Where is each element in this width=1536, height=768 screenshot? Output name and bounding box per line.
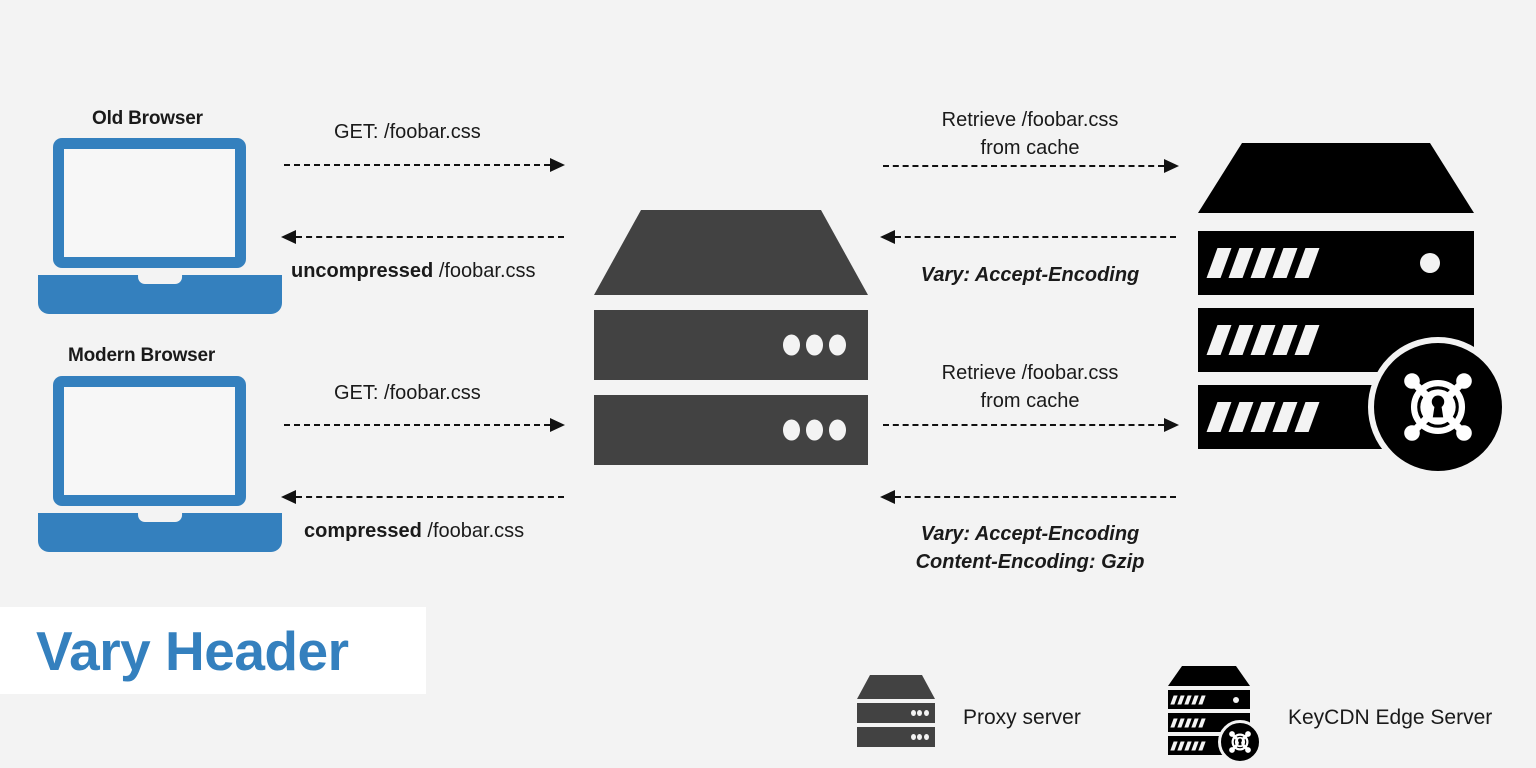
- legend-edge-vents: [1170, 695, 1206, 704]
- proxy-server-lights: [783, 334, 847, 356]
- edge-server-security-badge-icon: [1368, 337, 1508, 477]
- page-title: Vary Header: [36, 619, 349, 682]
- laptop-screen: [53, 138, 246, 269]
- old-response-label: uncompressed /foobar.css: [291, 258, 536, 286]
- label-line-1: Vary: Accept-Encoding: [920, 523, 1140, 545]
- arrowhead-left-icon: [880, 230, 895, 244]
- legend-label-proxy-server: Proxy server: [963, 706, 1081, 729]
- edge-server-rack-1: [1198, 231, 1474, 295]
- laptop-screen-inner: [64, 387, 235, 496]
- modern-browser-laptop-icon: [38, 376, 282, 552]
- arrowhead-right-icon: [1164, 418, 1179, 432]
- legend-edge-vents: [1170, 718, 1206, 727]
- proxy-server-icon: [594, 210, 868, 465]
- old-browser-label: Old Browser: [92, 108, 203, 129]
- legend-proxy-lights: [910, 710, 929, 716]
- edge-server-top-icon: [1198, 143, 1474, 213]
- arrowhead-right-icon: [550, 418, 565, 432]
- old-request-arrow: [284, 158, 565, 172]
- legend-proxy-rack-1: [857, 703, 935, 723]
- edge-to-proxy-top-label: Vary: Accept-Encoding: [920, 264, 1140, 286]
- modern-response-label-rest: /foobar.css: [421, 520, 525, 542]
- modern-browser-label: Modern Browser: [68, 345, 216, 366]
- modern-request-label: GET: /foobar.css: [334, 382, 481, 404]
- edge-to-proxy-bottom-arrow: [880, 490, 1176, 504]
- proxy-server-top-icon: [857, 675, 935, 699]
- legend-edge-security-badge-icon: [1218, 720, 1262, 764]
- network-lock-icon: [1229, 731, 1251, 753]
- title-banner: Vary Header: [0, 607, 426, 694]
- modern-response-label: compressed /foobar.css: [304, 518, 524, 546]
- laptop-notch: [138, 275, 182, 285]
- arrowhead-left-icon: [281, 230, 296, 244]
- legend-proxy-lights: [910, 734, 929, 740]
- legend-proxy-rack-2: [857, 727, 935, 747]
- label-line-2: Content-Encoding: Gzip: [915, 550, 1145, 573]
- edge-server-vents: [1206, 402, 1320, 432]
- arrowhead-right-icon: [1164, 159, 1179, 173]
- network-lock-icon: [1404, 373, 1472, 441]
- legend-keycdn-edge-server-icon: [1168, 666, 1262, 764]
- keycdn-edge-server-icon: [1198, 143, 1508, 483]
- legend-edge-rack-1: [1168, 690, 1250, 709]
- legend-edge-light: [1233, 696, 1239, 703]
- diagram-canvas: Old Browser GET: /foobar.css uncompresse…: [0, 0, 1536, 768]
- legend-label-keycdn-edge-server: KeyCDN Edge Server: [1288, 706, 1493, 729]
- modern-request-arrow: [284, 418, 565, 432]
- label-line-1: Retrieve /foobar.css: [941, 362, 1119, 384]
- edge-server-vents: [1206, 325, 1320, 355]
- proxy-server-rack-2: [594, 395, 868, 465]
- proxy-edge-top-request-label: Retrieve /foobar.css from cache: [880, 107, 1180, 162]
- old-response-label-bold: uncompressed: [291, 260, 434, 282]
- laptop-screen: [53, 376, 246, 507]
- edge-to-proxy-top-arrow: [880, 230, 1176, 244]
- laptop-screen-inner: [64, 149, 235, 258]
- edge-to-proxy-bottom-label: Vary: Accept-Encoding Content-Encoding: …: [880, 521, 1180, 576]
- legend-edge-vents: [1170, 741, 1206, 750]
- modern-response-arrow: [281, 490, 564, 504]
- proxy-edge-bottom-request-label: Retrieve /foobar.css from cache: [880, 360, 1180, 415]
- arrowhead-left-icon: [880, 490, 895, 504]
- label-line-1: Retrieve /foobar.css: [941, 109, 1119, 131]
- label-line-2: from cache: [980, 389, 1080, 412]
- proxy-server-lights: [783, 419, 847, 441]
- arrowhead-right-icon: [550, 158, 565, 172]
- modern-response-label-bold: compressed: [304, 520, 422, 542]
- old-browser-laptop-icon: [38, 138, 282, 314]
- edge-server-top-icon: [1168, 666, 1250, 686]
- proxy-to-edge-bottom-arrow: [883, 418, 1179, 432]
- old-response-arrow: [281, 230, 564, 244]
- arrowhead-left-icon: [281, 490, 296, 504]
- old-request-label: GET: /foobar.css: [334, 121, 481, 143]
- proxy-server-rack-1: [594, 310, 868, 380]
- proxy-server-top-icon: [594, 210, 868, 295]
- edge-server-light: [1420, 253, 1440, 273]
- proxy-to-edge-top-arrow: [883, 159, 1179, 173]
- edge-server-vents: [1206, 248, 1320, 278]
- laptop-notch: [138, 513, 182, 523]
- old-response-label-rest: /foobar.css: [433, 260, 536, 282]
- legend-proxy-server-icon: [857, 675, 935, 747]
